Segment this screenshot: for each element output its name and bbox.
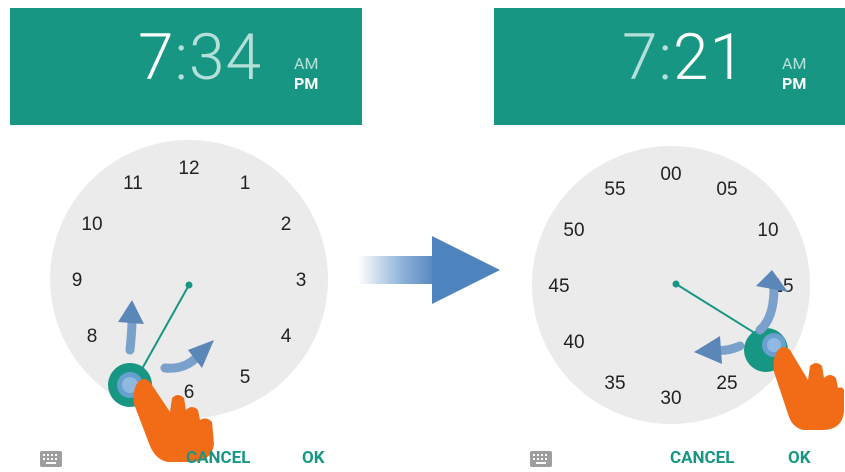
ok-button[interactable]: OK xyxy=(788,448,811,468)
minute-number-00[interactable]: 00 xyxy=(660,164,681,185)
hour-number-1[interactable]: 1 xyxy=(240,173,251,194)
hour-picker-panel: 7:34 AM PM 121234567891011 xyxy=(10,0,362,472)
time-separator: : xyxy=(174,20,189,95)
time-separator: : xyxy=(658,20,673,95)
keyboard-icon[interactable] xyxy=(40,451,62,467)
minute-number-05[interactable]: 05 xyxy=(716,179,737,200)
time-header: 7:34 AM PM xyxy=(10,8,362,125)
hour-number-12[interactable]: 12 xyxy=(178,158,199,179)
hour-number-3[interactable]: 3 xyxy=(296,270,307,291)
hour-number-9[interactable]: 9 xyxy=(72,270,83,291)
hour-number-8[interactable]: 8 xyxy=(87,326,98,347)
time-header: 7:21 AM PM xyxy=(494,8,845,125)
dial-center xyxy=(672,280,680,288)
hour-number-4[interactable]: 4 xyxy=(281,326,292,347)
hour-number-5[interactable]: 5 xyxy=(240,367,251,388)
ampm-selector: AM PM xyxy=(294,54,318,94)
am-option[interactable]: AM xyxy=(782,54,806,74)
minute-number-55[interactable]: 55 xyxy=(604,179,625,200)
hour-value[interactable]: 7 xyxy=(622,20,659,95)
keyboard-icon[interactable] xyxy=(530,451,552,467)
minute-number-10[interactable]: 10 xyxy=(757,220,778,241)
ok-button[interactable]: OK xyxy=(302,448,325,468)
hour-value[interactable]: 7 xyxy=(138,20,175,95)
hour-number-11[interactable]: 11 xyxy=(123,173,143,194)
time-display: 7:34 xyxy=(138,26,262,90)
minute-number-40[interactable]: 40 xyxy=(563,332,584,353)
time-display: 7:21 xyxy=(622,26,746,90)
minute-value[interactable]: 21 xyxy=(673,20,746,95)
hour-number-10[interactable]: 10 xyxy=(81,214,102,235)
ampm-selector: AM PM xyxy=(782,54,806,94)
minute-value[interactable]: 34 xyxy=(189,20,262,95)
minute-number-35[interactable]: 35 xyxy=(604,373,625,394)
pm-option[interactable]: PM xyxy=(294,74,318,94)
minute-picker-panel: 7:21 AM PM 000510152025303540455055 xyxy=(494,0,845,472)
cancel-button[interactable]: CANCEL xyxy=(186,448,250,468)
minute-number-30[interactable]: 30 xyxy=(660,388,681,409)
minute-number-50[interactable]: 50 xyxy=(563,220,584,241)
arrow-right-icon xyxy=(358,236,500,304)
hour-number-2[interactable]: 2 xyxy=(281,214,292,235)
minute-number-25[interactable]: 25 xyxy=(716,373,737,394)
am-option[interactable]: AM xyxy=(294,54,318,74)
minute-number-45[interactable]: 45 xyxy=(548,276,569,297)
dial-center xyxy=(185,281,193,289)
pm-option[interactable]: PM xyxy=(782,74,806,94)
finger-pointer-icon xyxy=(773,347,844,430)
cancel-button[interactable]: CANCEL xyxy=(670,448,734,468)
